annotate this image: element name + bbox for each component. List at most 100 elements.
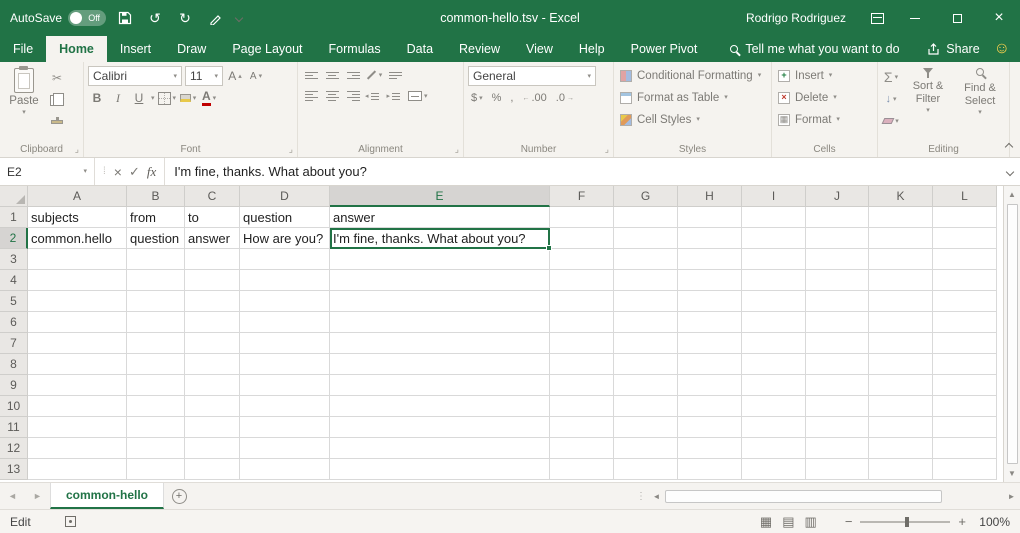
cell-C4[interactable] — [185, 270, 240, 291]
conditional-formatting-button[interactable]: Conditional Formatting▾ — [618, 66, 767, 85]
row-header-12[interactable]: 12 — [0, 438, 28, 459]
zoom-out-button[interactable]: − — [845, 514, 853, 529]
name-box[interactable]: E2 ▾ — [0, 158, 95, 185]
orientation-button[interactable]: ▾ — [365, 66, 383, 84]
tab-power-pivot[interactable]: Power Pivot — [618, 36, 711, 62]
scroll-up-button[interactable]: ▲ — [1004, 186, 1020, 203]
font-dialog-launcher[interactable]: ⌟ — [289, 145, 293, 154]
tab-review[interactable]: Review — [446, 36, 513, 62]
fill-button[interactable]: ↓▾ — [882, 90, 900, 108]
cell-G8[interactable] — [614, 354, 678, 375]
cell-F8[interactable] — [550, 354, 614, 375]
cell-D5[interactable] — [240, 291, 330, 312]
cell-H6[interactable] — [678, 312, 742, 333]
cell-D3[interactable] — [240, 249, 330, 270]
cell-I6[interactable] — [742, 312, 806, 333]
page-layout-view-button[interactable]: ▤ — [782, 514, 794, 530]
cell-I1[interactable] — [742, 207, 806, 228]
cell-L3[interactable] — [933, 249, 997, 270]
cell-K6[interactable] — [869, 312, 933, 333]
cell-K9[interactable] — [869, 375, 933, 396]
minimize-button[interactable] — [894, 0, 936, 36]
cell-E11[interactable] — [330, 417, 550, 438]
cell-C12[interactable] — [185, 438, 240, 459]
fill-handle[interactable] — [546, 245, 552, 251]
cell-G7[interactable] — [614, 333, 678, 354]
number-dialog-launcher[interactable]: ⌟ — [605, 145, 609, 154]
cell-A9[interactable] — [28, 375, 127, 396]
feedback-smiley-button[interactable]: ☺ — [994, 41, 1010, 57]
percent-button[interactable]: % — [489, 89, 505, 107]
cell-A1[interactable]: subjects — [28, 207, 127, 228]
cell-K4[interactable] — [869, 270, 933, 291]
cell-C11[interactable] — [185, 417, 240, 438]
cell-J7[interactable] — [806, 333, 869, 354]
cell-G4[interactable] — [614, 270, 678, 291]
normal-view-button[interactable]: ▦ — [760, 514, 772, 530]
add-sheet-button[interactable]: + — [164, 483, 194, 509]
cell-B13[interactable] — [127, 459, 185, 480]
zoom-in-button[interactable]: + — [958, 514, 966, 529]
cell-E2[interactable]: I'm fine, thanks. What about you? — [330, 228, 550, 249]
row-header-6[interactable]: 6 — [0, 312, 28, 333]
page-break-view-button[interactable]: ▥ — [805, 514, 817, 530]
formula-input[interactable]: I'm fine, thanks. What about you? — [165, 158, 1000, 185]
sort-filter-button[interactable]: Sort & Filter ▾ — [904, 66, 952, 140]
cell-F10[interactable] — [550, 396, 614, 417]
autosave-toggle[interactable]: AutoSave Off — [10, 10, 106, 26]
scroll-down-button[interactable]: ▼ — [1004, 465, 1020, 482]
cell-L1[interactable] — [933, 207, 997, 228]
insert-function-button[interactable]: fx — [147, 164, 156, 180]
cell-A11[interactable] — [28, 417, 127, 438]
cell-I5[interactable] — [742, 291, 806, 312]
cell-styles-button[interactable]: Cell Styles▾ — [618, 110, 767, 129]
cell-F3[interactable] — [550, 249, 614, 270]
save-button[interactable] — [114, 6, 136, 30]
row-header-11[interactable]: 11 — [0, 417, 28, 438]
cell-A2[interactable]: common.hello — [28, 228, 127, 249]
row-header-9[interactable]: 9 — [0, 375, 28, 396]
number-format-combo[interactable]: General▾ — [468, 66, 596, 86]
cell-D11[interactable] — [240, 417, 330, 438]
cell-B1[interactable]: from — [127, 207, 185, 228]
cell-H10[interactable] — [678, 396, 742, 417]
cell-B5[interactable] — [127, 291, 185, 312]
autosum-button[interactable]: Σ▾ — [882, 68, 900, 86]
row-header-1[interactable]: 1 — [0, 207, 28, 228]
cell-F12[interactable] — [550, 438, 614, 459]
pen-button[interactable] — [204, 6, 226, 30]
cell-G12[interactable] — [614, 438, 678, 459]
cell-A12[interactable] — [28, 438, 127, 459]
cell-B2[interactable]: question — [127, 228, 185, 249]
close-button[interactable]: × — [978, 0, 1020, 36]
qat-customize-button[interactable] — [234, 6, 244, 30]
cell-D7[interactable] — [240, 333, 330, 354]
cell-D12[interactable] — [240, 438, 330, 459]
cell-G3[interactable] — [614, 249, 678, 270]
sheet-tab-common-hello[interactable]: common-hello — [50, 483, 164, 509]
clipboard-dialog-launcher[interactable]: ⌟ — [75, 145, 79, 154]
cell-J5[interactable] — [806, 291, 869, 312]
tab-draw[interactable]: Draw — [164, 36, 219, 62]
cell-D8[interactable] — [240, 354, 330, 375]
cell-G13[interactable] — [614, 459, 678, 480]
cell-F9[interactable] — [550, 375, 614, 396]
cell-B7[interactable] — [127, 333, 185, 354]
row-header-2[interactable]: 2 — [0, 228, 28, 249]
shrink-font-button[interactable]: A▾ — [247, 67, 265, 85]
cancel-button[interactable]: × — [114, 164, 122, 180]
font-size-combo[interactable]: 11▾ — [185, 66, 223, 86]
cell-D1[interactable]: question — [240, 207, 330, 228]
cell-L11[interactable] — [933, 417, 997, 438]
comma-button[interactable]: , — [507, 89, 516, 107]
cell-L9[interactable] — [933, 375, 997, 396]
align-right-button[interactable] — [344, 87, 362, 105]
cell-A10[interactable] — [28, 396, 127, 417]
cell-L6[interactable] — [933, 312, 997, 333]
cell-E9[interactable] — [330, 375, 550, 396]
cell-L10[interactable] — [933, 396, 997, 417]
format-as-table-button[interactable]: Format as Table▾ — [618, 88, 767, 107]
cell-L12[interactable] — [933, 438, 997, 459]
cell-E8[interactable] — [330, 354, 550, 375]
merge-center-button[interactable]: ▾ — [408, 87, 428, 105]
